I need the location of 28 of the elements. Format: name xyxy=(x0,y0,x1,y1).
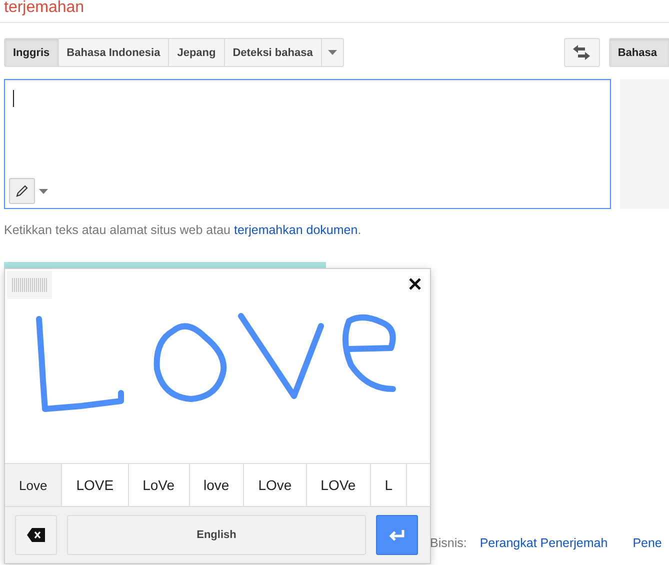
footer-label: Bisnis: xyxy=(430,536,467,550)
enter-button[interactable] xyxy=(376,515,418,555)
footer-link[interactable]: Perangkat Penerjemah xyxy=(480,536,608,550)
grip-icon xyxy=(12,278,48,292)
handwriting-button[interactable] xyxy=(9,178,35,204)
help-text: Ketikkan teks atau alamat situs web atau terjemahkan dokumen. xyxy=(4,223,362,237)
language-dropdown[interactable] xyxy=(322,38,344,67)
language-tab[interactable]: Bahasa xyxy=(608,38,669,67)
footer-link[interactable]: Pene xyxy=(632,536,662,550)
backspace-button[interactable] xyxy=(15,515,57,555)
pencil-icon xyxy=(16,185,28,197)
language-tab[interactable]: Deteksi bahasa xyxy=(224,38,322,67)
translate-document-link[interactable]: terjemahkan dokumen xyxy=(234,223,358,237)
drag-handle[interactable] xyxy=(7,271,52,299)
language-tab[interactable]: Bahasa Indonesia xyxy=(58,38,170,67)
swap-languages-button[interactable] xyxy=(564,38,600,67)
input-language-button[interactable]: English xyxy=(67,515,366,555)
source-text-field[interactable] xyxy=(4,79,611,209)
enter-icon xyxy=(389,529,405,541)
caret-icon xyxy=(39,188,48,194)
page-title: terjemahan xyxy=(4,0,84,16)
language-tab[interactable]: Inggris xyxy=(4,38,59,67)
text-cursor xyxy=(13,90,14,107)
language-tab[interactable]: Jepang xyxy=(169,38,225,67)
backspace-icon xyxy=(27,528,45,542)
caret-icon xyxy=(328,50,337,55)
candidate-word[interactable]: Love xyxy=(5,464,62,506)
swap-icon xyxy=(573,45,590,60)
